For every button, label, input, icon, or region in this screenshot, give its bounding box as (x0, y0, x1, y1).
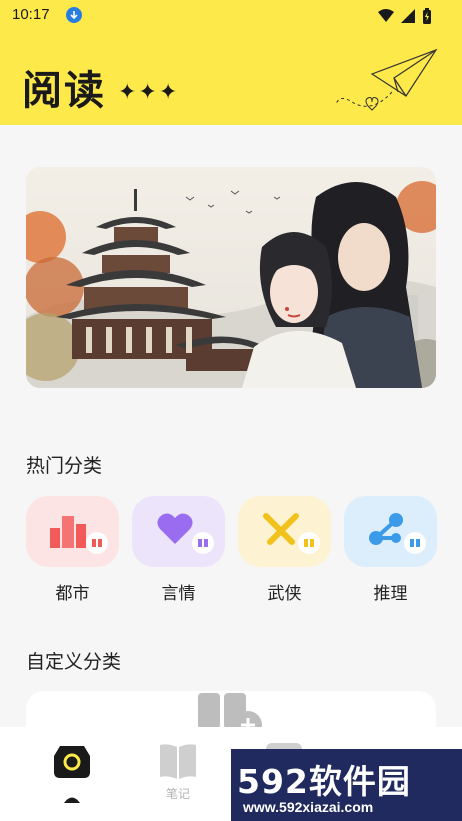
battery-icon (423, 8, 431, 24)
category-martial-arts-tile (238, 496, 331, 567)
active-indicator-icon (64, 797, 80, 803)
page-title: 阅读 (22, 68, 106, 114)
category-romance-label: 言情 (161, 584, 196, 604)
category-mystery-label: 推理 (373, 584, 408, 604)
category-romance-tile (132, 496, 225, 567)
category-martial-arts-label: 武侠 (267, 584, 302, 604)
category-romance[interactable]: 言情 (132, 496, 225, 604)
tab-notes[interactable]: 笔记 (156, 741, 200, 802)
category-mystery[interactable]: 推理 (344, 496, 437, 604)
watermark-brand: 592软件园 (237, 762, 411, 801)
add-book-icon[interactable] (196, 691, 266, 731)
banner-illustration (26, 167, 436, 388)
crossed-swords-icon (263, 513, 299, 545)
header: 10:17 阅读 ✦✦✦ (0, 0, 462, 125)
book-badge-icon (298, 532, 320, 554)
book-icon (160, 744, 196, 779)
category-mystery-tile (344, 496, 437, 567)
status-icons (378, 8, 432, 24)
download-icon (66, 7, 82, 23)
tab-notes-label: 笔记 (165, 787, 190, 801)
hot-categories-title: 热门分类 (26, 455, 103, 477)
custom-categories-title: 自定义分类 (26, 651, 122, 673)
category-urban-label: 都市 (55, 584, 90, 604)
category-martial-arts[interactable]: 武侠 (238, 496, 331, 604)
book-badge-icon (192, 532, 214, 554)
featured-banner[interactable] (26, 167, 436, 388)
home-icon (54, 746, 90, 778)
status-time: 10:17 (12, 6, 50, 23)
watermark-url: www.592xiazai.com (243, 799, 374, 815)
wifi-icon (378, 9, 394, 22)
tab-home[interactable] (52, 742, 92, 804)
status-bar: 10:17 (0, 0, 462, 30)
book-badge-icon (86, 532, 108, 554)
sparkles-decoration: ✦✦✦ (118, 80, 180, 105)
category-urban-tile (26, 496, 119, 567)
network-nodes-icon (369, 513, 403, 545)
city-buildings-icon (50, 516, 86, 548)
heart-icon (157, 513, 193, 544)
book-badge-icon (404, 532, 426, 554)
signal-icon (401, 9, 415, 23)
category-urban[interactable]: 都市 (26, 496, 119, 604)
paper-plane-icon (335, 48, 438, 111)
watermark: 592软件园 www.592xiazai.com (231, 749, 462, 821)
